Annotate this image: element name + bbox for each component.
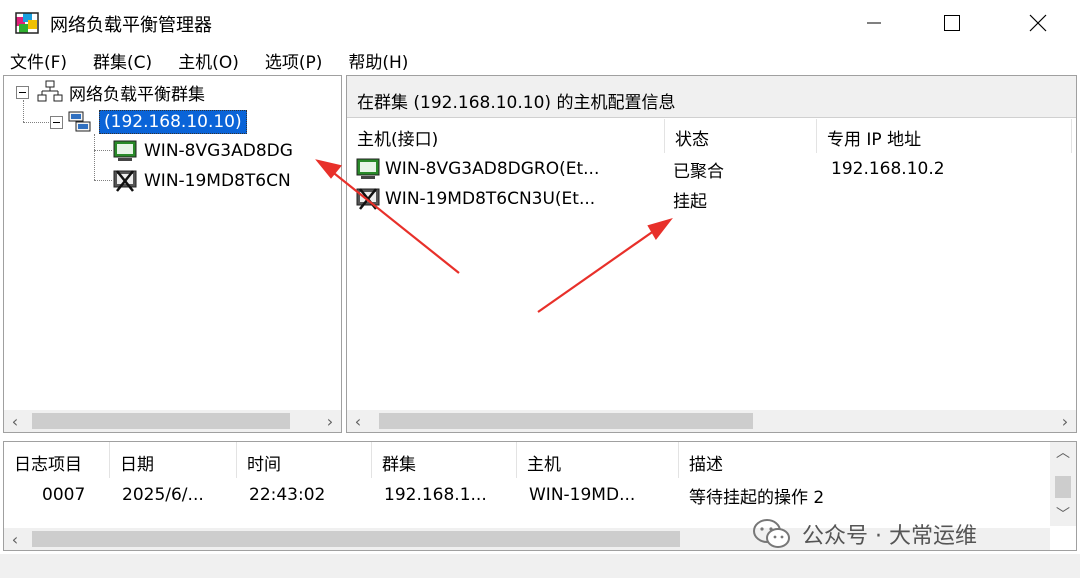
host-cell: WIN-19MD8T6CN3U(Et... [347, 187, 665, 211]
tree-root-label: 网络负载平衡群集 [69, 84, 205, 105]
window-title: 网络负载平衡管理器 [50, 15, 212, 36]
log-row[interactable]: 0007 2025/6/... 22:43:02 192.168.1... WI… [4, 480, 1049, 510]
column-header-ip[interactable]: 专用 IP 地址 [817, 119, 1072, 153]
log-header-item[interactable]: 日志项目 [4, 442, 110, 478]
tree-connector [94, 150, 112, 151]
ip-cell: 192.168.10.2 [831, 159, 945, 179]
column-header-status[interactable]: 状态 [665, 119, 817, 153]
column-header-host[interactable]: 主机(接口) [347, 119, 665, 153]
tree-connector [94, 134, 95, 180]
scroll-left-icon[interactable]: ‹ [347, 410, 369, 432]
scroll-down-icon[interactable]: ﹀ [1050, 504, 1076, 524]
tree-root-item[interactable]: 网络负载平衡群集 [16, 78, 205, 106]
menu-bar: 文件(F) 群集(C) 主机(O) 选项(P) 帮助(H) [0, 46, 1080, 74]
collapse-toggle-icon[interactable] [50, 115, 63, 129]
log-header-date[interactable]: 日期 [110, 442, 237, 478]
log-header-description[interactable]: 描述 [679, 442, 1049, 478]
tree-horizontal-scrollbar[interactable]: ‹ › [4, 410, 341, 432]
scroll-thumb[interactable] [32, 413, 290, 429]
log-item-cell: 0007 [42, 485, 86, 505]
host-suspended-icon [356, 188, 380, 210]
menu-options[interactable]: 选项(P) [265, 48, 323, 73]
tree-host-label: WIN-8VG3AD8DG [144, 141, 293, 161]
close-button[interactable] [1016, 6, 1060, 40]
collapse-toggle-icon[interactable] [16, 85, 29, 99]
host-name: WIN-19MD8T6CN3U(Et... [385, 189, 596, 209]
table-row[interactable]: WIN-19MD8T6CN3U(Et... 挂起 [347, 184, 1076, 214]
host-suspended-icon [113, 170, 137, 192]
wechat-icon [753, 519, 790, 548]
scroll-thumb[interactable] [32, 531, 680, 547]
menu-cluster[interactable]: 群集(C) [93, 48, 152, 73]
scroll-left-icon[interactable]: ‹ [4, 410, 26, 432]
status-cell: 已聚合 [673, 161, 724, 182]
watermark: 公众号 · 大常运维 [752, 518, 977, 550]
host-cell: WIN-8VG3AD8DGRO(Et... [347, 157, 665, 181]
scroll-thumb[interactable] [1055, 476, 1071, 498]
scroll-thumb[interactable] [379, 413, 753, 429]
menu-host[interactable]: 主机(O) [178, 48, 239, 73]
log-time-cell: 22:43:02 [249, 485, 326, 505]
menu-help[interactable]: 帮助(H) [348, 48, 408, 73]
tree-connector [23, 122, 49, 123]
minimize-button[interactable] [852, 6, 896, 40]
log-vertical-scrollbar[interactable]: ︿ ﹀ [1050, 442, 1076, 526]
watermark-text: 公众号 · 大常运维 [802, 524, 977, 549]
status-cell: 挂起 [673, 191, 707, 212]
scroll-right-icon[interactable]: › [1054, 410, 1076, 432]
minimize-icon [867, 22, 881, 24]
tree-host-label: WIN-19MD8T6CN [144, 171, 291, 191]
log-header-cluster[interactable]: 群集 [372, 442, 517, 478]
scroll-right-icon[interactable]: › [319, 410, 341, 432]
scroll-track[interactable] [369, 410, 1054, 432]
scroll-track[interactable] [26, 410, 319, 432]
scroll-left-icon[interactable]: ‹ [4, 528, 26, 550]
log-date-cell: 2025/6/... [122, 485, 204, 505]
log-description-cell: 等待挂起的操作 2 [689, 487, 825, 508]
log-host-cell: WIN-19MD... [529, 485, 636, 505]
scroll-up-icon[interactable]: ︿ [1050, 442, 1076, 462]
tree-host-item[interactable]: WIN-8VG3AD8DG [112, 137, 293, 165]
maximize-button[interactable] [930, 6, 974, 40]
log-header-time[interactable]: 时间 [237, 442, 372, 478]
log-header-host[interactable]: 主机 [517, 442, 679, 478]
detail-caption: 在群集 (192.168.10.10) 的主机配置信息 [347, 76, 1076, 118]
cluster-server-icon [68, 111, 91, 132]
log-column-headers: 日志项目 日期 时间 群集 主机 描述 [4, 442, 1049, 478]
tree-connector [94, 180, 112, 181]
nlb-cluster-root-icon [37, 80, 63, 102]
host-detail-pane: 在群集 (192.168.10.10) 的主机配置信息 主机(接口) 状态 专用… [346, 75, 1077, 433]
close-icon [1029, 14, 1047, 32]
host-converged-icon [356, 158, 380, 179]
host-name: WIN-8VG3AD8DGRO(Et... [385, 159, 600, 179]
log-cluster-cell: 192.168.1... [384, 485, 487, 505]
status-bar [0, 554, 1080, 578]
nlb-app-icon [15, 12, 39, 34]
tree-host-item[interactable]: WIN-19MD8T6CN [112, 167, 291, 195]
cluster-tree-pane: 网络负载平衡群集 (192.168.10.10) WIN-8VG3AD8DG W… [3, 75, 342, 433]
title-bar: 网络负载平衡管理器 [0, 0, 1080, 46]
detail-column-headers: 主机(接口) 状态 专用 IP 地址 [347, 119, 1076, 153]
table-row[interactable]: WIN-8VG3AD8DGRO(Et... 已聚合 192.168.10.2 [347, 154, 1076, 184]
tree-cluster-label: (192.168.10.10) [99, 110, 247, 134]
detail-horizontal-scrollbar[interactable]: ‹ › [347, 410, 1076, 432]
maximize-icon [944, 15, 960, 31]
host-converged-icon [113, 140, 137, 161]
tree-cluster-item[interactable]: (192.168.10.10) [50, 108, 247, 136]
menu-file[interactable]: 文件(F) [10, 48, 67, 73]
